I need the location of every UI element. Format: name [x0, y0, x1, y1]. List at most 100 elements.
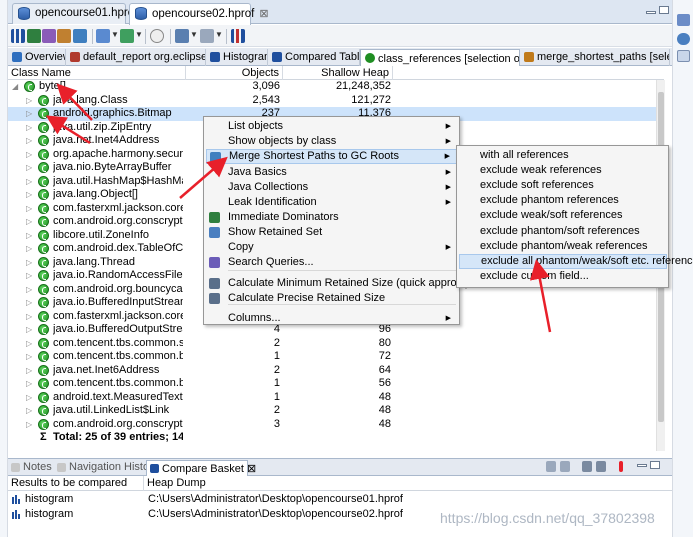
close-icon[interactable]: ⊠ — [259, 8, 268, 20]
column-objects[interactable]: Objects — [186, 66, 283, 80]
expand-toggle-icon[interactable]: ▷ — [26, 188, 32, 202]
table-row[interactable]: ▷ com.android.org.conscrypt.Byte 3 48 — [8, 418, 656, 432]
submenu-item-exclude-phantom-soft-references[interactable]: exclude phantom/soft references — [459, 224, 667, 239]
menu-item-java-collections[interactable]: Java Collections ▶ — [206, 180, 457, 195]
group-by-icon[interactable] — [175, 29, 189, 43]
tab-compare-basket[interactable]: Compare Basket ⊠ — [146, 460, 256, 476]
expand-toggle-icon[interactable]: ▷ — [26, 296, 32, 310]
menu-item-calculate-minimum-retained-size-quick-approx[interactable]: Calculate Minimum Retained Size (quick a… — [206, 276, 469, 291]
tab-default-report[interactable]: default_report org.eclipse.m... — [66, 49, 206, 66]
expand-toggle-icon[interactable]: ▷ — [26, 404, 32, 418]
expand-toggle-icon[interactable]: ▷ — [26, 350, 32, 364]
menu-item-show-objects-by-class[interactable]: Show objects by class ▶ — [206, 134, 457, 149]
dominator-tree-icon[interactable] — [27, 29, 41, 43]
tab-opencourse02[interactable]: opencourse02.hprof ⊠ — [129, 3, 269, 25]
search-icon[interactable] — [150, 29, 164, 43]
expand-toggle-icon[interactable]: ▷ — [26, 215, 32, 229]
expanded-toggle-icon[interactable]: ◢ — [12, 80, 18, 94]
expand-toggle-icon[interactable]: ▷ — [26, 242, 32, 256]
chevron-down-icon[interactable]: ▼ — [215, 30, 223, 39]
menu-item-leak-identification[interactable]: Leak Identification ▶ — [206, 195, 457, 210]
submenu-item-exclude-phantom-references[interactable]: exclude phantom references — [459, 193, 667, 208]
maximize-icon[interactable] — [659, 6, 669, 14]
query-browser-icon[interactable] — [120, 29, 134, 43]
table-row[interactable]: ▷ java.lang.Class 2,543 121,272 — [8, 94, 656, 108]
histogram-icon[interactable] — [11, 29, 25, 43]
tab-opencourse01[interactable]: opencourse01.hprof — [12, 3, 137, 24]
column-heap-dump[interactable]: Heap Dump — [144, 476, 672, 491]
expand-toggle-icon[interactable]: ▷ — [26, 161, 32, 175]
menu-item-show-retained-set[interactable]: Show Retained Set — [206, 225, 457, 240]
expand-toggle-icon[interactable]: ▷ — [26, 121, 32, 135]
minimize-icon[interactable] — [646, 11, 656, 14]
tab-overview[interactable]: Overview — [8, 49, 66, 66]
heap-dump-icon[interactable] — [677, 14, 690, 26]
move-up-icon[interactable] — [560, 461, 570, 472]
tab-histogram[interactable]: Histogram — [206, 49, 268, 66]
tab-merge-shortest-paths[interactable]: merge_shortest_paths [selectio... — [520, 49, 670, 66]
submenu-item-exclude-custom-field[interactable]: exclude custom field... — [459, 269, 667, 284]
inspector-icon[interactable] — [677, 33, 690, 45]
menu-item-java-basics[interactable]: Java Basics ▶ — [206, 165, 457, 180]
compare-icon[interactable] — [231, 29, 245, 43]
expand-toggle-icon[interactable]: ▷ — [26, 310, 32, 324]
table-row[interactable]: ▷ java.util.LinkedList$Link 2 48 — [8, 404, 656, 418]
expand-toggle-icon[interactable]: ▷ — [26, 391, 32, 405]
submenu-item-exclude-phantom-weak-references[interactable]: exclude phantom/weak references — [459, 239, 667, 254]
chevron-down-icon[interactable]: ▼ — [135, 30, 143, 39]
expand-toggle-icon[interactable]: ▷ — [26, 377, 32, 391]
expand-toggle-icon[interactable]: ▷ — [26, 94, 32, 108]
tab-notes[interactable]: Notes — [8, 460, 54, 476]
table-row[interactable]: ▷ android.text.MeasuredText 1 48 — [8, 391, 656, 405]
expand-toggle-icon[interactable]: ▷ — [26, 269, 32, 283]
close-icon[interactable]: ⊠ — [247, 463, 256, 475]
run-report-icon[interactable] — [96, 29, 110, 43]
expand-toggle-icon[interactable]: ▷ — [26, 323, 32, 337]
expand-toggle-icon[interactable]: ▷ — [26, 229, 32, 243]
thread-overview-icon[interactable] — [57, 29, 71, 43]
expand-toggle-icon[interactable]: ▷ — [26, 134, 32, 148]
minimize-icon[interactable] — [637, 464, 647, 467]
remove-all-icon[interactable] — [596, 461, 606, 472]
tab-navigation-history[interactable]: Navigation History — [54, 460, 158, 476]
column-results[interactable]: Results to be compared — [8, 476, 144, 491]
tab-class-references[interactable]: class_references [selection of... ⊠ — [360, 49, 520, 66]
expand-toggle-icon[interactable]: ▷ — [26, 148, 32, 162]
chevron-down-icon[interactable]: ▼ — [190, 30, 198, 39]
remove-icon[interactable] — [582, 461, 592, 472]
table-row[interactable]: ▷ java.net.Inet6Address 2 64 — [8, 364, 656, 378]
table-row[interactable]: ▷ com.tencent.tbs.common.stat.Tb 2 80 — [8, 337, 656, 351]
table-row[interactable]: ▷ com.tencent.tbs.common.beacc 1 56 — [8, 377, 656, 391]
menu-item-merge-shortest-paths-to-gc-roots[interactable]: Merge Shortest Paths to GC Roots ▶ — [206, 149, 457, 164]
menu-item-immediate-dominators[interactable]: Immediate Dominators — [206, 210, 457, 225]
submenu-item-exclude-all-phantom-weak-soft-etc-references[interactable]: exclude all phantom/weak/soft etc. refer… — [459, 253, 693, 269]
expand-toggle-icon[interactable]: ▷ — [26, 283, 32, 297]
expand-toggle-icon[interactable]: ▷ — [26, 175, 32, 189]
menu-item-columns[interactable]: Columns... ▶ — [206, 311, 457, 326]
export-icon[interactable] — [200, 29, 214, 43]
expand-toggle-icon[interactable]: ▷ — [26, 418, 32, 432]
menu-item-copy[interactable]: Copy ▶ — [206, 240, 457, 255]
submenu-item-exclude-soft-references[interactable]: exclude soft references — [459, 178, 667, 193]
chevron-down-icon[interactable]: ▼ — [111, 30, 119, 39]
move-down-icon[interactable] — [546, 461, 556, 472]
menu-item-list-objects[interactable]: List objects ▶ — [206, 119, 457, 134]
compare-results-icon[interactable] — [619, 461, 623, 472]
table-row[interactable]: ▷ com.tencent.tbs.common.basei 1 72 — [8, 350, 656, 364]
submenu-item-with-all-references[interactable]: with all references — [459, 148, 667, 163]
table-row[interactable]: ◢ byte[] 3,096 21,248,352 — [8, 80, 656, 94]
oql-icon[interactable] — [42, 29, 56, 43]
expand-toggle-icon[interactable]: ▷ — [26, 202, 32, 216]
top-consumers-icon[interactable] — [73, 29, 87, 43]
maximize-icon[interactable] — [650, 461, 660, 469]
column-shallow-heap[interactable]: Shallow Heap — [283, 66, 393, 80]
expand-toggle-icon[interactable]: ▷ — [26, 337, 32, 351]
tab-compared-tables[interactable]: Compared Tables — [268, 49, 360, 66]
menu-item-search-queries[interactable]: Search Queries... — [206, 255, 457, 270]
properties-icon[interactable] — [677, 50, 690, 62]
submenu-item-exclude-weak-references[interactable]: exclude weak references — [459, 163, 667, 178]
submenu-item-exclude-weak-soft-references[interactable]: exclude weak/soft references — [459, 208, 667, 223]
expand-toggle-icon[interactable]: ▷ — [26, 256, 32, 270]
compare-basket-row[interactable]: histogram C:\Users\Administrator\Desktop… — [8, 492, 672, 507]
expand-toggle-icon[interactable]: ▷ — [26, 107, 32, 121]
